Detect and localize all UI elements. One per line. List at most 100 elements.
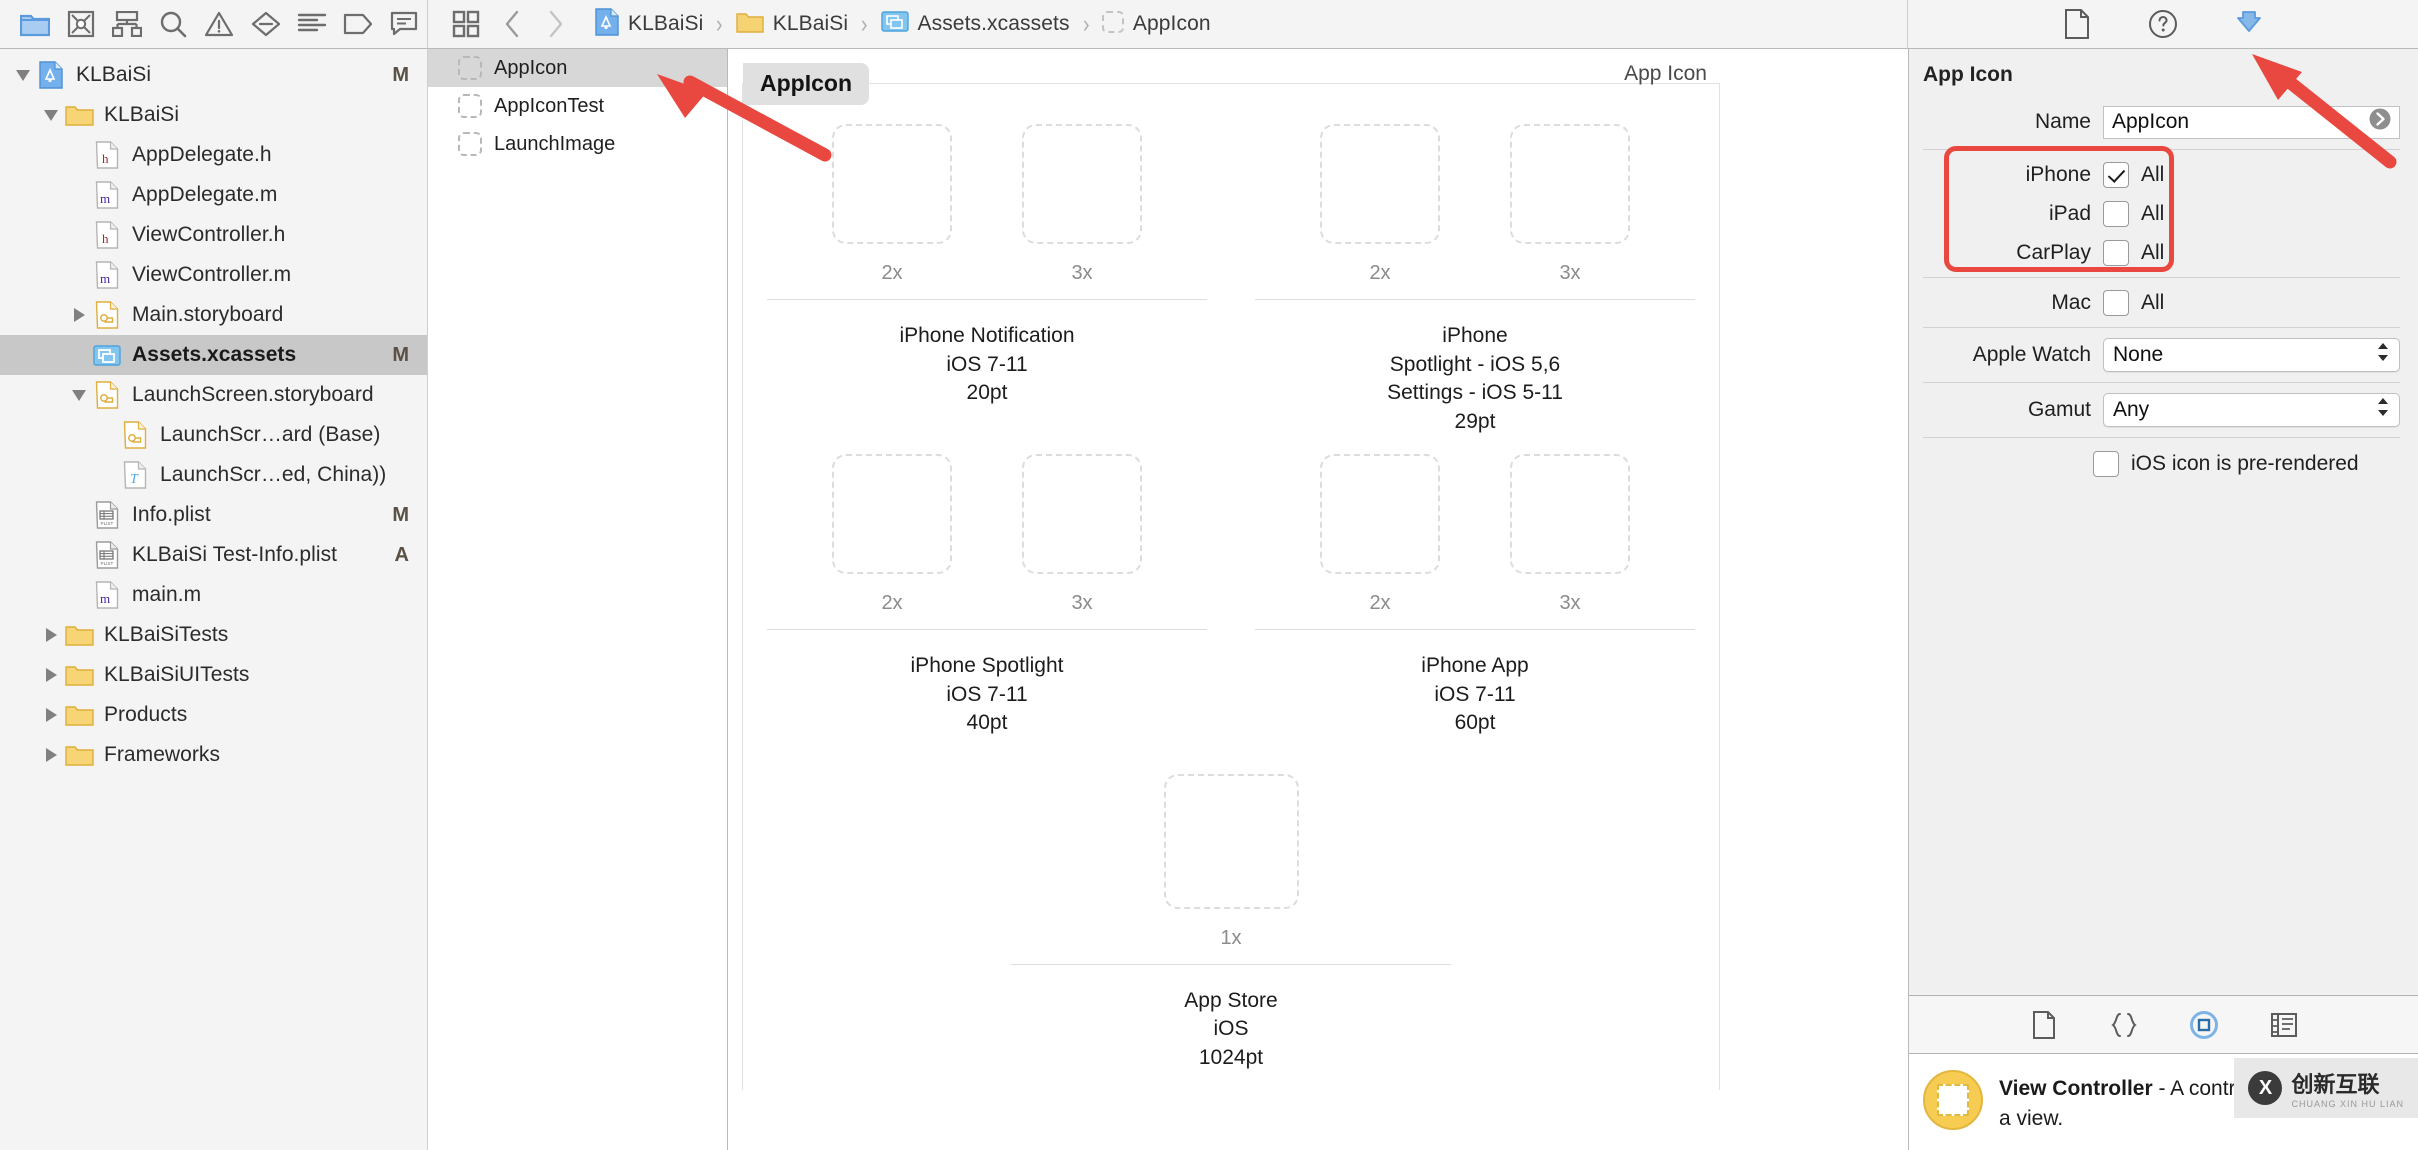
main-body: KLBaiSi M KLBaiSi h AppDelegate.h m AppDelegat… [0, 48, 2418, 1150]
breadcrumb-item-assets[interactable]: Assets.xcassets [878, 10, 1073, 38]
hierarchy-icon[interactable] [104, 3, 150, 45]
navigator-item-label: Main.storyboard [132, 303, 284, 326]
code-snippet-library-icon[interactable] [2104, 1005, 2144, 1045]
apple-watch-select[interactable]: None [2103, 338, 2400, 372]
breadcrumb-label: Assets.xcassets [917, 12, 1070, 35]
disclosure-triangle-icon[interactable] [10, 69, 36, 81]
search-icon[interactable] [150, 3, 196, 45]
file-template-library-icon[interactable] [2024, 1005, 2064, 1045]
navigator-row[interactable]: LaunchScr…ard (Base) [0, 415, 427, 455]
asset-list-item[interactable]: LaunchImage [428, 125, 727, 163]
warning-icon[interactable] [196, 3, 242, 45]
icon-slot-group: 1x App Store iOS 1024pt [987, 773, 1476, 1091]
plist-file-icon: PLIST [92, 500, 122, 530]
apple-watch-label: Apple Watch [1972, 343, 2091, 366]
icon-drop-slot[interactable] [1163, 773, 1299, 909]
name-input[interactable]: AppIcon [2103, 105, 2400, 139]
navigator-row[interactable]: KLBaiSi M [0, 55, 427, 95]
file-inspector-icon[interactable] [2053, 3, 2101, 45]
disclosure-triangle-icon[interactable] [38, 109, 64, 121]
name-field-row: Name AppIcon [1909, 100, 2400, 144]
breadcrumb-item-project[interactable]: KLBaiSi [592, 7, 706, 41]
disclosure-triangle-icon[interactable] [38, 708, 64, 722]
navigator-row[interactable]: KLBaiSiTests [0, 615, 427, 655]
group-caption-line: iPhone [1442, 324, 1508, 347]
group-divider [1011, 963, 1451, 965]
attributes-inspector-icon[interactable] [2225, 3, 2273, 45]
navigator-item-label: KLBaiSi [104, 103, 180, 126]
navigator-row[interactable]: Main.storyboard [0, 295, 427, 335]
breakpoint-icon[interactable] [335, 3, 381, 45]
disclosure-triangle-icon[interactable] [66, 308, 92, 322]
navigator-row[interactable]: h AppDelegate.h [0, 135, 427, 175]
navigator-row[interactable]: h ViewController.h [0, 215, 427, 255]
asset-list[interactable]: AppIcon AppIconTest LaunchImage [428, 48, 728, 1150]
navigator-row[interactable]: Assets.xcassets M [0, 335, 427, 375]
navigator-row[interactable]: LaunchScreen.storyboard [0, 375, 427, 415]
asset-list-item-label: AppIconTest [494, 94, 605, 117]
disclosure-triangle-icon[interactable] [38, 748, 64, 762]
disclosure-triangle-icon[interactable] [38, 668, 64, 682]
navigator-row[interactable]: m main.m [0, 575, 427, 615]
disclosure-triangle-icon[interactable] [66, 389, 92, 401]
prerendered-checkbox[interactable] [2093, 451, 2119, 477]
icon-drop-slot[interactable] [832, 454, 952, 575]
navigator-row[interactable]: Products [0, 695, 427, 735]
navigator-row[interactable]: KLBaiSiUITests [0, 655, 427, 695]
media-library-icon[interactable] [2264, 1005, 2304, 1045]
icon-drop-slot[interactable] [1320, 124, 1440, 244]
device-checkbox[interactable] [2103, 289, 2129, 316]
breadcrumb-item-appicon[interactable]: AppIcon [1099, 10, 1214, 38]
icon-drop-slot[interactable] [832, 124, 952, 244]
stepper-arrows-icon [2376, 341, 2390, 369]
chevron-right-circle-icon[interactable] [2368, 107, 2392, 137]
breadcrumb-label: KLBaiSi [772, 12, 849, 35]
device-checkbox[interactable] [2103, 161, 2129, 188]
device-label: iPad [2048, 201, 2091, 225]
report-icon[interactable] [381, 3, 427, 45]
back-button[interactable] [490, 4, 534, 44]
group-caption: iPhone Spotlight - iOS 5,6 Settings - iOS … [1387, 322, 1563, 454]
device-label: Mac [2051, 290, 2091, 314]
navigator-row[interactable]: m AppDelegate.m [0, 175, 427, 215]
navigator-row[interactable]: PLIST KLBaiSi Test-Info.plist A [0, 535, 427, 575]
group-caption-line: Settings - iOS 5-11 [1387, 381, 1563, 405]
folder-icon[interactable] [12, 3, 58, 45]
icon-drop-slot[interactable] [1510, 454, 1630, 575]
device-checkbox[interactable] [2103, 200, 2129, 227]
breadcrumb-item-group[interactable]: KLBaiSi [733, 11, 851, 38]
scm-status-badge: M [392, 503, 409, 526]
forward-button[interactable] [534, 4, 578, 44]
icon-drop-slot[interactable] [1320, 454, 1440, 575]
storyboard-file-icon [92, 300, 122, 330]
source-control-icon[interactable] [58, 3, 104, 45]
disclosure-triangle-icon[interactable] [38, 628, 64, 642]
navigator-row[interactable]: T LaunchScr…ed, China)) [0, 455, 427, 495]
project-navigator[interactable]: KLBaiSi M KLBaiSi h AppDelegate.h m AppDelegat… [0, 48, 428, 1150]
editor-layout-icon[interactable] [442, 3, 490, 45]
navigator-row[interactable]: PLIST Info.plist M [0, 495, 427, 535]
attributes-inspector: App Icon Name AppIcon iPhone All iPad All Ca… [1908, 48, 2418, 1150]
asset-list-item[interactable]: AppIcon [428, 49, 727, 87]
icon-drop-slot[interactable] [1022, 454, 1142, 575]
toolbar: KLBaiSi › KLBaiSi › Assets.xcassets › Ap… [0, 0, 2418, 48]
icon-grid-row: 2x 3x iPhone Spotlight iOS 7-11 40pt 2x 3x iPho… [743, 454, 1719, 756]
gamut-select[interactable]: Any [2103, 393, 2400, 427]
object-library-icon[interactable] [2184, 1005, 2224, 1045]
svg-text:m: m [100, 591, 110, 606]
device-checkbox[interactable] [2103, 239, 2129, 266]
jump-bar: KLBaiSi › KLBaiSi › Assets.xcassets › Ap… [428, 0, 1908, 48]
icon-drop-slot[interactable] [1510, 124, 1630, 244]
navigator-row[interactable]: Frameworks [0, 735, 427, 775]
device-label: CarPlay [2016, 240, 2091, 264]
test-icon[interactable] [243, 3, 289, 45]
scale-label: 1x [1220, 926, 1242, 949]
quick-help-icon[interactable] [2139, 3, 2187, 45]
asset-list-item[interactable]: AppIconTest [428, 87, 727, 125]
navigator-row[interactable]: KLBaiSi [0, 95, 427, 135]
folder-icon [64, 620, 94, 650]
prerendered-row: iOS icon is pre-rendered [1909, 443, 2400, 485]
icon-drop-slot[interactable] [1022, 124, 1142, 244]
debug-icon[interactable] [289, 3, 335, 45]
navigator-row[interactable]: m ViewController.m [0, 255, 427, 295]
